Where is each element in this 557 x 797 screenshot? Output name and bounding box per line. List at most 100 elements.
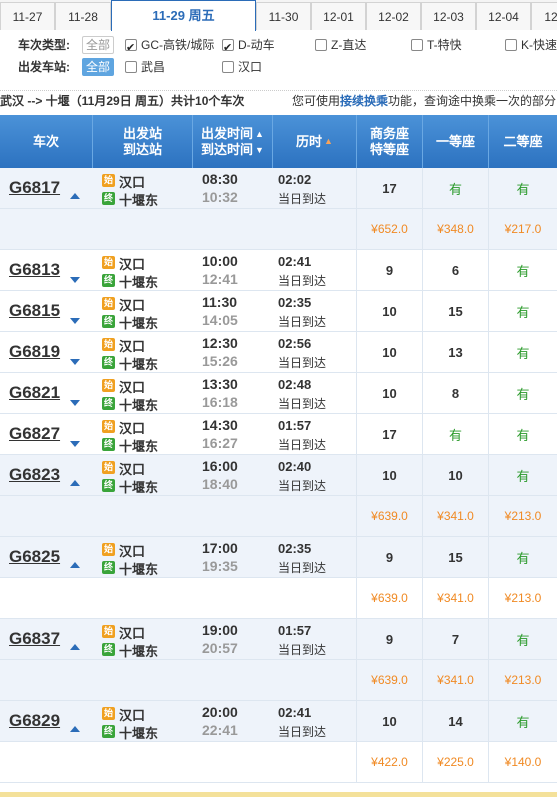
filter-d-checkbox[interactable]: D-动车 xyxy=(222,34,275,59)
business-seat[interactable]: 10 xyxy=(356,332,422,372)
train-type-all-button[interactable]: 全部 xyxy=(82,36,115,54)
station-wuchang-checkbox[interactable]: 武昌 xyxy=(125,56,165,78)
checkbox-icon[interactable] xyxy=(411,39,423,51)
departure-time: 12:30 xyxy=(202,335,238,351)
table-row[interactable]: G6825 始汉口终十堰东 17:00 19:35 02:35 当日到达 9 15 有 xyxy=(0,537,557,578)
station-all-button[interactable]: 全部 xyxy=(82,58,115,76)
train-number-link[interactable]: G6813 xyxy=(9,260,60,280)
expand-arrow-icon[interactable] xyxy=(70,359,80,365)
arrival-time: 10:32 xyxy=(202,189,238,205)
checkbox-icon[interactable] xyxy=(505,39,517,51)
first-class-seat[interactable]: 6 xyxy=(422,250,488,290)
train-number-link[interactable]: G6817 xyxy=(9,178,60,198)
checkbox-icon[interactable] xyxy=(222,61,234,73)
train-number-link[interactable]: G6825 xyxy=(9,547,60,567)
expand-arrow-icon[interactable] xyxy=(70,400,80,406)
table-row[interactable]: G6821 始汉口终十堰东 13:30 16:18 02:48 当日到达 10 8 有 xyxy=(0,373,557,414)
duration: 02:41 xyxy=(278,254,312,269)
collapse-arrow-icon[interactable] xyxy=(70,726,80,732)
second-class-seat[interactable]: 有 xyxy=(488,291,557,331)
business-seat[interactable]: 9 xyxy=(356,250,422,290)
checkbox-checked-icon[interactable] xyxy=(222,37,234,59)
first-class-seat[interactable]: 有 xyxy=(422,168,488,208)
second-class-seat[interactable]: 有 xyxy=(488,250,557,290)
train-number-link[interactable]: G6837 xyxy=(9,629,60,649)
business-seat[interactable]: 9 xyxy=(356,537,422,577)
second-class-seat[interactable]: 有 xyxy=(488,414,557,454)
collapse-arrow-icon[interactable] xyxy=(70,644,80,650)
table-row[interactable]: G6827 始汉口终十堰东 14:30 16:27 01:57 当日到达 17 有有 xyxy=(0,414,557,455)
train-number-link[interactable]: G6823 xyxy=(9,465,60,485)
checkbox-icon[interactable] xyxy=(315,39,327,51)
table-row[interactable]: G6815 始汉口终十堰东 11:30 14:05 02:35 当日到达 10 15 有 xyxy=(0,291,557,332)
arrival-time: 19:35 xyxy=(202,558,238,574)
collapse-arrow-icon[interactable] xyxy=(70,193,80,199)
collapse-arrow-icon[interactable] xyxy=(70,480,80,486)
expand-arrow-icon[interactable] xyxy=(70,277,80,283)
train-number-link[interactable]: G6819 xyxy=(9,342,60,362)
header-duration[interactable]: 历时 ▲ xyxy=(272,115,356,168)
header-times[interactable]: 出发时间 ▲ 到达时间 ▼ xyxy=(192,115,272,168)
collapse-arrow-icon[interactable] xyxy=(70,562,80,568)
date-tab[interactable]: 12-02 xyxy=(366,2,421,30)
departure-time: 13:30 xyxy=(202,376,238,392)
table-row[interactable]: G6837 始汉口终十堰东 19:00 20:57 01:57 当日到达 9 7 有 xyxy=(0,619,557,660)
second-class-seat[interactable]: 有 xyxy=(488,373,557,413)
second-class-seat[interactable]: 有 xyxy=(488,332,557,372)
date-tab[interactable]: 11-28 xyxy=(55,2,111,30)
business-seat[interactable]: 10 xyxy=(356,701,422,741)
expand-arrow-icon[interactable] xyxy=(70,318,80,324)
date-tab[interactable]: 12-03 xyxy=(421,2,476,30)
train-number-link[interactable]: G6829 xyxy=(9,711,60,731)
from-station: 汉口 xyxy=(119,339,146,354)
expand-arrow-icon[interactable] xyxy=(70,441,80,447)
second-class-seat[interactable]: 有 xyxy=(488,168,557,208)
business-seat[interactable]: 9 xyxy=(356,619,422,659)
start-station-icon: 始 xyxy=(102,543,115,556)
filter-gc-checkbox[interactable]: GC-高铁/城际 xyxy=(125,34,214,59)
date-tab[interactable]: 12-01 xyxy=(311,2,366,30)
date-tab[interactable]: 11-30 xyxy=(256,2,311,30)
date-tab[interactable]: 11-27 xyxy=(0,2,55,30)
business-seat[interactable]: 10 xyxy=(356,291,422,331)
checkbox-icon[interactable] xyxy=(125,61,137,73)
first-class-seat[interactable]: 有 xyxy=(422,414,488,454)
date-tab[interactable]: 12 xyxy=(531,2,557,30)
train-number-link[interactable]: G6827 xyxy=(9,424,60,444)
first-class-seat[interactable]: 8 xyxy=(422,373,488,413)
table-row[interactable]: G6813 始汉口终十堰东 10:00 12:41 02:41 当日到达 9 6 有 xyxy=(0,250,557,291)
table-row[interactable]: G6823 始汉口终十堰东 16:00 18:40 02:40 当日到达 10 10 有 xyxy=(0,455,557,496)
table-row[interactable]: G6819 始汉口终十堰东 12:30 15:26 02:56 当日到达 10 13 有 xyxy=(0,332,557,373)
date-tab-active[interactable]: 11-29 周五 xyxy=(111,0,256,31)
first-class-seat[interactable]: 15 xyxy=(422,537,488,577)
date-tab[interactable]: 12-04 xyxy=(476,2,531,30)
end-station-icon: 终 xyxy=(102,192,115,205)
second-class-price: ¥140.0 xyxy=(488,742,557,783)
train-number-link[interactable]: G6815 xyxy=(9,301,60,321)
second-class-seat[interactable]: 有 xyxy=(488,537,557,577)
second-class-seat[interactable]: 有 xyxy=(488,455,557,495)
second-class-seat[interactable]: 有 xyxy=(488,701,557,741)
business-seat[interactable]: 17 xyxy=(356,414,422,454)
filter-t-checkbox[interactable]: T-特快 xyxy=(411,34,462,56)
header-stations[interactable]: 出发站 到达站 xyxy=(92,115,192,168)
filter-k-checkbox[interactable]: K-快速 xyxy=(505,34,557,56)
checkbox-checked-icon[interactable] xyxy=(125,37,137,59)
price-row: ¥639.0 ¥341.0 ¥213.0 xyxy=(0,496,557,537)
train-number-link[interactable]: G6821 xyxy=(9,383,60,403)
business-seat[interactable]: 17 xyxy=(356,168,422,208)
duration: 01:57 xyxy=(278,418,312,433)
transfer-link[interactable]: 接续换乘 xyxy=(340,94,388,108)
table-row[interactable]: G6817 始汉口终十堰东 08:30 10:32 02:02 当日到达 17 有有 xyxy=(0,168,557,209)
second-class-seat[interactable]: 有 xyxy=(488,619,557,659)
first-class-seat[interactable]: 13 xyxy=(422,332,488,372)
first-class-seat[interactable]: 10 xyxy=(422,455,488,495)
filter-z-checkbox[interactable]: Z-直达 xyxy=(315,34,366,56)
first-class-seat[interactable]: 7 xyxy=(422,619,488,659)
business-seat[interactable]: 10 xyxy=(356,373,422,413)
table-row[interactable]: G6829 始汉口终十堰东 20:00 22:41 02:41 当日到达 10 14 有 xyxy=(0,701,557,742)
business-seat[interactable]: 10 xyxy=(356,455,422,495)
first-class-seat[interactable]: 14 xyxy=(422,701,488,741)
first-class-seat[interactable]: 15 xyxy=(422,291,488,331)
station-hankou-checkbox[interactable]: 汉口 xyxy=(222,56,262,78)
